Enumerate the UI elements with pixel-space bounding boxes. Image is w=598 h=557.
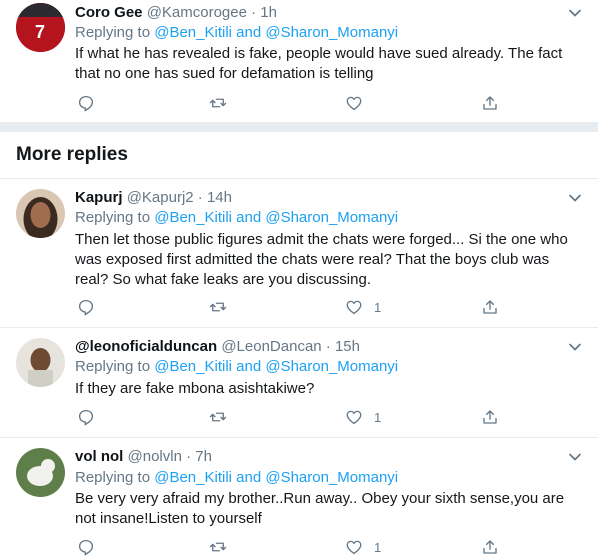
- tweet[interactable]: vol nol @nolvln · 7h Replying to @Ben_Ki…: [0, 438, 598, 556]
- avatar-image: [16, 338, 65, 387]
- heart-icon: [346, 410, 362, 425]
- reply-mentions-link[interactable]: @Ben_Kitili and @Sharon_Momanyi: [154, 24, 398, 41]
- reply-mentions-link[interactable]: @Ben_Kitili and @Sharon_Momanyi: [154, 358, 398, 375]
- tweet-author[interactable]: Coro Gee @Kamcorogee · 1h: [75, 4, 277, 21]
- reply-mentions-link[interactable]: @Ben_Kitili and @Sharon_Momanyi: [154, 209, 398, 226]
- replying-to: Replying to @Ben_Kitili and @Sharon_Moma…: [75, 24, 398, 41]
- author-name[interactable]: Coro Gee: [75, 4, 143, 21]
- more-replies-heading: More replies: [16, 144, 128, 165]
- heart-icon: [346, 300, 362, 315]
- avatar[interactable]: [16, 338, 65, 387]
- share-button[interactable]: [481, 297, 499, 317]
- tweet-author[interactable]: @leonoficialduncan @LeonDancan · 15h: [75, 338, 360, 355]
- share-icon: [483, 540, 497, 554]
- tweet-text: Then let those public figures admit the …: [75, 231, 568, 288]
- tweet-actions: [75, 93, 575, 113]
- chevron-down-icon[interactable]: [568, 6, 582, 20]
- share-button[interactable]: [481, 537, 499, 557]
- replying-to-label: Replying to: [75, 209, 155, 226]
- avatar-image: [16, 448, 65, 497]
- reply-button[interactable]: [77, 93, 95, 113]
- like-button[interactable]: [345, 93, 374, 113]
- author-handle: @Kapurj2 · 14h: [126, 189, 232, 206]
- heart-icon: [346, 96, 362, 111]
- replying-to-label: Replying to: [75, 24, 155, 41]
- retweet-icon: [209, 542, 227, 552]
- section-divider: [0, 122, 598, 132]
- chevron-down-icon[interactable]: [568, 191, 582, 205]
- tweet-text: Be very very afraid my brother..Run away…: [75, 490, 565, 527]
- reply-button[interactable]: [77, 407, 95, 427]
- share-icon: [483, 96, 497, 110]
- retweet-button[interactable]: [209, 93, 227, 113]
- reply-icon: [78, 539, 94, 556]
- like-count: 1: [374, 409, 382, 425]
- like-count: 1: [374, 299, 382, 315]
- like-button[interactable]: 1: [345, 537, 381, 557]
- retweet-icon: [209, 412, 227, 422]
- chevron-down-icon[interactable]: [568, 340, 582, 354]
- author-handle: @LeonDancan · 15h: [221, 338, 360, 355]
- author-handle: @nolvln · 7h: [127, 448, 212, 465]
- retweet-button[interactable]: [209, 297, 227, 317]
- avatar[interactable]: 7: [16, 3, 65, 52]
- avatar[interactable]: [16, 448, 65, 497]
- reply-icon: [78, 95, 94, 112]
- author-name[interactable]: vol nol: [75, 448, 123, 465]
- replying-to: Replying to @Ben_Kitili and @Sharon_Moma…: [75, 209, 398, 226]
- like-button[interactable]: 1: [345, 407, 381, 427]
- reply-button[interactable]: [77, 297, 95, 317]
- tweet[interactable]: Kapurj @Kapurj2 · 14h Replying to @Ben_K…: [0, 179, 598, 328]
- share-icon: [483, 410, 497, 424]
- tweet[interactable]: @leonoficialduncan @LeonDancan · 15h Rep…: [0, 328, 598, 438]
- share-button[interactable]: [481, 407, 499, 427]
- like-button[interactable]: 1: [345, 297, 381, 317]
- reply-icon: [78, 409, 94, 426]
- retweet-button[interactable]: [209, 537, 227, 557]
- reply-mentions-link[interactable]: @Ben_Kitili and @Sharon_Momanyi: [154, 469, 398, 486]
- share-icon: [483, 300, 497, 314]
- share-button[interactable]: [481, 93, 499, 113]
- reply-icon: [78, 299, 94, 316]
- avatar-image: [16, 189, 65, 238]
- tweet[interactable]: 7 Coro Gee @Kamcorogee · 1h Replying to …: [0, 0, 598, 121]
- tweet-text: If what he has revealed is fake, people …: [75, 45, 563, 82]
- svg-text:7: 7: [35, 22, 45, 42]
- author-name[interactable]: @leonoficialduncan: [75, 338, 217, 355]
- tweet-author[interactable]: vol nol @nolvln · 7h: [75, 448, 212, 465]
- retweet-button[interactable]: [209, 407, 227, 427]
- avatar[interactable]: [16, 189, 65, 238]
- replying-to: Replying to @Ben_Kitili and @Sharon_Moma…: [75, 358, 398, 375]
- replying-to-label: Replying to: [75, 358, 155, 375]
- replying-to-label: Replying to: [75, 469, 155, 486]
- tweet-actions: 1: [75, 537, 575, 557]
- retweet-icon: [209, 302, 227, 312]
- retweet-icon: [209, 98, 227, 108]
- like-count: 1: [374, 539, 382, 555]
- tweet-actions: 1: [75, 407, 575, 427]
- chevron-down-icon[interactable]: [568, 450, 582, 464]
- author-name[interactable]: Kapurj: [75, 189, 123, 206]
- avatar-image: 7: [16, 3, 65, 52]
- tweet-author[interactable]: Kapurj @Kapurj2 · 14h: [75, 189, 232, 206]
- tweet-actions: 1: [75, 297, 575, 317]
- heart-icon: [346, 540, 362, 555]
- author-handle: @Kamcorogee · 1h: [146, 4, 277, 21]
- replying-to: Replying to @Ben_Kitili and @Sharon_Moma…: [75, 469, 398, 486]
- tweet-text: If they are fake mbona asishtakiwe?: [75, 380, 315, 397]
- reply-button[interactable]: [77, 537, 95, 557]
